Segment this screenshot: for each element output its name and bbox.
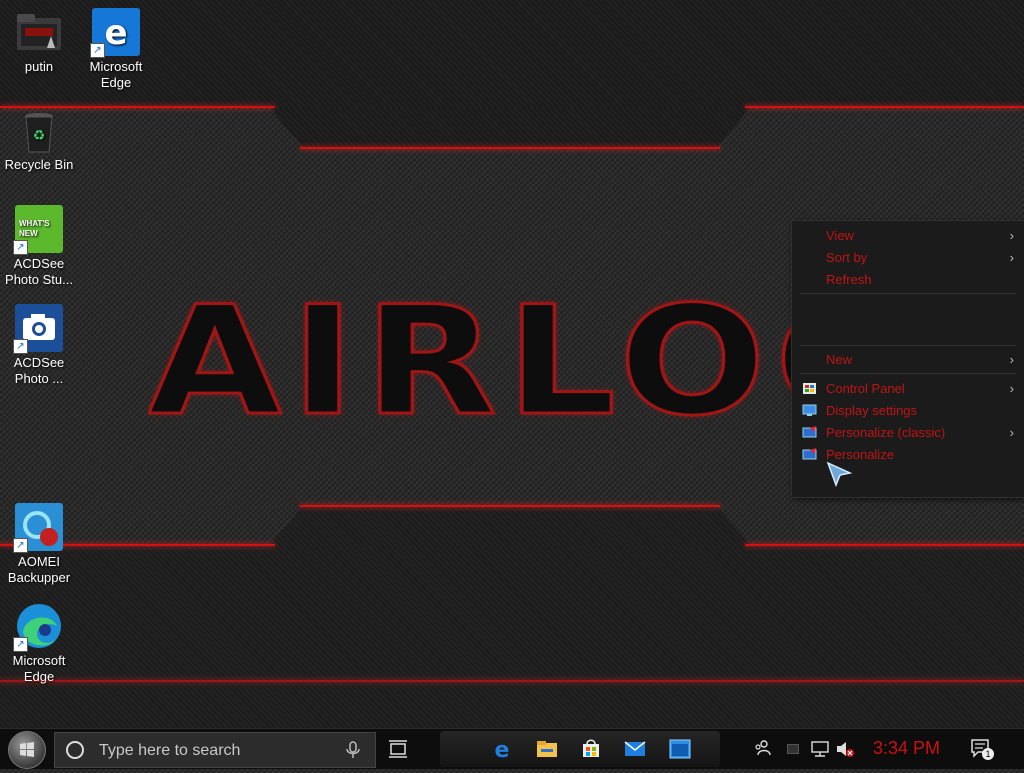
- camera-icon: ↗: [13, 304, 63, 354]
- desktop-context-menu: View › Sort by › Refresh New › Control P…: [791, 220, 1024, 498]
- notification-count-badge: 1: [982, 748, 994, 760]
- svg-text:♻: ♻: [33, 127, 46, 143]
- submenu-arrow-icon: ›: [1009, 250, 1014, 265]
- menu-item-new[interactable]: New ›: [792, 349, 1024, 371]
- search-box[interactable]: Type here to search: [54, 732, 376, 768]
- menu-item-display-settings[interactable]: Display settings: [792, 400, 1024, 422]
- control-panel-icon: [803, 383, 816, 394]
- desktop-icon-microsoft-edge-2[interactable]: ↗ Microsoft Edge: [1, 602, 77, 685]
- start-button[interactable]: [8, 731, 46, 769]
- desktop-icon-acdsee-photo-studio[interactable]: WHAT'S NEW ↗ ACDSee Photo Stu...: [1, 205, 77, 288]
- desktop-icon-label: Microsoft Edge: [89, 59, 143, 90]
- edge-icon: ↗: [13, 602, 63, 652]
- mail-icon[interactable]: [623, 737, 647, 761]
- menu-item-label: View: [826, 228, 854, 243]
- submenu-arrow-icon: ›: [1009, 228, 1014, 243]
- menu-item-disabled: [792, 299, 1024, 321]
- menu-item-disabled: [792, 321, 1024, 343]
- shortcut-arrow-icon: ↗: [13, 637, 28, 652]
- submenu-arrow-icon: ›: [1009, 425, 1014, 440]
- desktop-icon-aomei-backupper[interactable]: ↗ AOMEI Backupper: [1, 503, 77, 586]
- desktop-icon-label: Recycle Bin: [4, 157, 74, 172]
- monitor-icon: [802, 404, 817, 416]
- wallpaper-bottom-notch: [270, 505, 750, 545]
- aomei-backup-icon: ↗: [13, 503, 63, 553]
- wallpaper-red-line: [745, 544, 1024, 546]
- search-placeholder: Type here to search: [99, 742, 241, 759]
- mouse-cursor-icon: [826, 461, 853, 488]
- edge-legacy-icon: e ↗: [90, 8, 140, 58]
- network-icon[interactable]: [810, 739, 830, 759]
- desktop-icon-label: putin: [24, 59, 54, 74]
- wallpaper-red-line: [300, 147, 720, 149]
- personalize-icon: [802, 426, 817, 438]
- svg-text:e: e: [104, 13, 127, 53]
- shortcut-arrow-icon: ↗: [13, 339, 28, 354]
- menu-separator: [800, 345, 1016, 346]
- wallpaper-red-line: [745, 106, 1024, 108]
- submenu-arrow-icon: ›: [1009, 381, 1014, 396]
- desktop-icon-acdsee-photo[interactable]: ↗ ACDSee Photo ...: [1, 304, 77, 387]
- people-icon[interactable]: [752, 738, 772, 758]
- windows-logo-icon: [20, 742, 34, 757]
- desktop-icon-putin[interactable]: putin: [1, 8, 77, 75]
- shortcut-arrow-icon: ↗: [90, 43, 105, 58]
- taskbar: Type here to search e 3:34 PM 1: [0, 728, 1024, 769]
- task-view-icon[interactable]: [388, 739, 408, 759]
- file-explorer-icon[interactable]: [535, 737, 559, 761]
- recycle-bin-icon: ♻: [19, 110, 59, 154]
- menu-item-label: New: [826, 352, 853, 367]
- wallpaper-red-line: [0, 106, 275, 108]
- menu-item-control-panel[interactable]: Control Panel ›: [792, 378, 1024, 400]
- wallpaper-red-line: [300, 505, 720, 507]
- menu-item-label: Personalize (classic): [826, 425, 946, 440]
- edge-legacy-icon[interactable]: e: [490, 737, 514, 761]
- shortcut-arrow-icon: ↗: [13, 538, 28, 553]
- submenu-arrow-icon: ›: [1009, 352, 1014, 367]
- desktop-icon-label: ACDSee Photo Stu...: [5, 256, 73, 287]
- svg-text:e: e: [495, 738, 510, 761]
- shortcut-arrow-icon: ↗: [13, 240, 28, 255]
- personalize-icon: [802, 448, 817, 460]
- menu-item-label: Display settings: [826, 403, 918, 418]
- menu-item-label: Control Panel: [826, 381, 905, 396]
- menu-item-label: Refresh: [826, 272, 872, 287]
- desktop-icon-label: AOMEI Backupper: [7, 554, 71, 585]
- volume-muted-icon[interactable]: [835, 739, 855, 759]
- menu-item-label: Sort by: [826, 250, 868, 265]
- folder-icon: [15, 8, 63, 56]
- app-window-icon[interactable]: [668, 737, 692, 761]
- show-hidden-icons-button[interactable]: [787, 744, 799, 754]
- menu-separator: [800, 373, 1016, 374]
- cortana-circle-icon: [66, 741, 84, 759]
- menu-separator: [800, 293, 1016, 294]
- wallpaper-bottom-panel: [0, 545, 1024, 728]
- menu-item-refresh[interactable]: Refresh: [792, 269, 1024, 291]
- microphone-icon[interactable]: [345, 741, 361, 759]
- wallpaper-top-notch: [270, 108, 750, 148]
- action-center-button[interactable]: 1: [970, 738, 994, 760]
- clock[interactable]: 3:34 PM: [873, 738, 940, 759]
- menu-item-sort-by[interactable]: Sort by ›: [792, 247, 1024, 269]
- desktop[interactable]: AIRLOC putin e ↗ Microsoft Edge ♻ Recycl…: [0, 0, 1024, 728]
- desktop-icon-recycle-bin[interactable]: ♻ Recycle Bin: [1, 110, 77, 173]
- menu-item-view[interactable]: View ›: [792, 225, 1024, 247]
- acdsee-whats-new-icon: WHAT'S NEW ↗: [13, 205, 63, 255]
- menu-item-personalize-classic[interactable]: Personalize (classic) ›: [792, 422, 1024, 444]
- store-icon[interactable]: [579, 736, 603, 760]
- desktop-icon-microsoft-edge[interactable]: e ↗ Microsoft Edge: [78, 8, 154, 91]
- whats-new-badge: WHAT'S NEW: [19, 219, 50, 238]
- desktop-icon-label: ACDSee Photo ...: [13, 355, 65, 386]
- desktop-icon-label: Microsoft Edge: [12, 653, 66, 684]
- wallpaper-red-line: [0, 680, 1024, 682]
